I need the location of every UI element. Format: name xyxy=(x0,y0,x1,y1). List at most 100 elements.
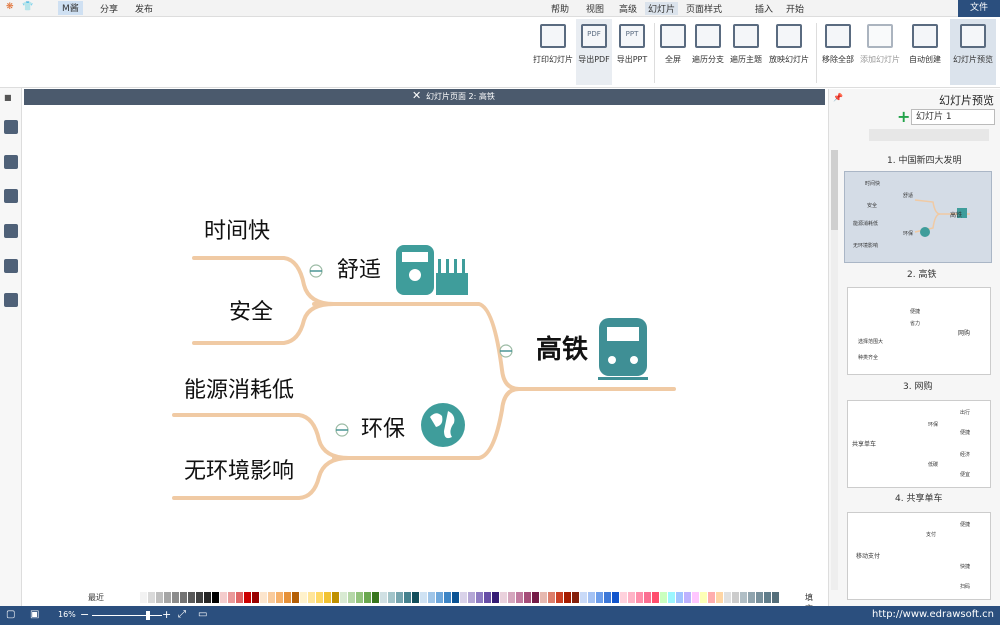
zoom-out-icon[interactable]: − xyxy=(80,608,89,621)
pin-icon[interactable]: ■ xyxy=(4,93,12,102)
slide-thumb-4[interactable]: 共享单车 出行 便捷 环保 低碳 经济 便宜 xyxy=(847,400,991,488)
color-swatch[interactable] xyxy=(548,592,555,603)
zoom-slider[interactable] xyxy=(92,615,162,616)
color-swatch[interactable] xyxy=(244,592,251,603)
color-swatch[interactable] xyxy=(620,592,627,603)
zoom-slider-handle[interactable] xyxy=(146,611,150,620)
brush-icon[interactable] xyxy=(4,120,18,134)
color-swatch[interactable] xyxy=(748,592,755,603)
color-swatch[interactable] xyxy=(364,592,371,603)
color-swatch[interactable] xyxy=(564,592,571,603)
color-swatch[interactable] xyxy=(148,592,155,603)
color-swatch[interactable] xyxy=(636,592,643,603)
color-swatch[interactable] xyxy=(140,592,147,603)
zoom-in-icon[interactable]: + xyxy=(162,608,171,621)
color-swatch[interactable] xyxy=(284,592,291,603)
color-swatch[interactable] xyxy=(340,592,347,603)
file-menu[interactable]: 文件 xyxy=(958,0,1000,17)
color-swatch[interactable] xyxy=(300,592,307,603)
color-swatch[interactable] xyxy=(492,592,499,603)
color-swatch[interactable] xyxy=(268,592,275,603)
add-slide-icon[interactable]: + xyxy=(897,107,910,126)
mindmap-canvas[interactable]: 高铁 舒适 时间快 安全 环保 能源消耗低 无环境影响 xyxy=(24,105,825,591)
color-swatch[interactable] xyxy=(532,592,539,603)
color-swatch[interactable] xyxy=(324,592,331,603)
auto-create-button[interactable]: 自动创建 xyxy=(903,19,947,85)
fit-width-icon[interactable]: ▣ xyxy=(30,609,39,620)
color-swatch[interactable] xyxy=(500,592,507,603)
color-swatch[interactable] xyxy=(524,592,531,603)
color-swatch[interactable] xyxy=(708,592,715,603)
insert-menu[interactable]: 插入 xyxy=(755,2,773,15)
color-swatch[interactable] xyxy=(180,592,187,603)
fit-page-icon[interactable]: ▢ xyxy=(6,609,15,620)
color-swatch[interactable] xyxy=(156,592,163,603)
slide-label-4[interactable]: 4. 共享单车 xyxy=(895,491,942,504)
color-swatch[interactable] xyxy=(476,592,483,603)
play-slides-button[interactable]: 放映幻灯片 xyxy=(766,19,812,85)
remove-all-button[interactable]: 移除全部 xyxy=(818,19,858,85)
slide-label-1[interactable]: 1. 中国新四大发明 xyxy=(887,153,961,166)
export-ppt-button[interactable]: PPT 导出PPT xyxy=(612,19,652,85)
color-swatch[interactable] xyxy=(540,592,547,603)
color-swatch[interactable] xyxy=(132,592,139,603)
color-swatch[interactable] xyxy=(684,592,691,603)
color-swatch[interactable] xyxy=(676,592,683,603)
add-slide-button[interactable]: 添加幻灯片 xyxy=(858,19,902,85)
color-swatch[interactable] xyxy=(356,592,363,603)
export-pdf-button[interactable]: PDF 导出PDF xyxy=(576,19,612,85)
traverse-branch-button[interactable]: 遍历分支 xyxy=(688,19,728,85)
color-swatch[interactable] xyxy=(380,592,387,603)
color-swatch[interactable] xyxy=(716,592,723,603)
color-swatch[interactable] xyxy=(772,592,779,603)
shirt-icon[interactable]: 👕 xyxy=(22,2,33,12)
user-badge[interactable]: M酱 xyxy=(58,1,83,15)
color-swatch[interactable] xyxy=(236,592,243,603)
color-swatch[interactable] xyxy=(724,592,731,603)
fullscreen-button[interactable]: 全屏 xyxy=(656,19,690,85)
traverse-topic-button[interactable]: 遍历主题 xyxy=(726,19,766,85)
slide-select[interactable]: 幻灯片 1 xyxy=(911,109,995,125)
color-swatch[interactable] xyxy=(692,592,699,603)
color-swatch[interactable] xyxy=(172,592,179,603)
advanced-menu[interactable]: 高级 xyxy=(619,2,637,15)
color-swatch[interactable] xyxy=(292,592,299,603)
tablet-icon[interactable] xyxy=(4,293,18,307)
color-swatch[interactable] xyxy=(212,592,219,603)
color-swatch[interactable] xyxy=(332,592,339,603)
color-swatch[interactable] xyxy=(428,592,435,603)
color-swatch[interactable] xyxy=(228,592,235,603)
slide-label-2[interactable]: 2. 高铁 xyxy=(907,267,936,280)
page-icon[interactable]: ▭ xyxy=(198,609,207,620)
color-swatch[interactable] xyxy=(700,592,707,603)
color-swatch[interactable] xyxy=(556,592,563,603)
color-swatch[interactable] xyxy=(388,592,395,603)
color-swatch[interactable] xyxy=(484,592,491,603)
color-swatch[interactable] xyxy=(764,592,771,603)
bookmark-icon[interactable] xyxy=(4,224,18,238)
color-swatch[interactable] xyxy=(468,592,475,603)
color-swatch[interactable] xyxy=(204,592,211,603)
topic-time-fast[interactable]: 时间快 xyxy=(204,213,270,245)
color-swatch[interactable] xyxy=(756,592,763,603)
color-swatch[interactable] xyxy=(220,592,227,603)
color-swatch[interactable] xyxy=(348,592,355,603)
slides-menu[interactable]: 幻灯片 xyxy=(645,2,679,15)
topic-comfort[interactable]: 舒适 xyxy=(337,252,381,284)
color-swatch[interactable] xyxy=(396,592,403,603)
color-swatch[interactable] xyxy=(604,592,611,603)
document-tab[interactable]: ✕ 幻灯片页面 2: 高铁 xyxy=(24,89,825,105)
slide-thumb-3[interactable]: 网购 便捷 省力 选择范围大 种类齐全 xyxy=(847,287,991,375)
color-swatch[interactable] xyxy=(668,592,675,603)
topic-eco[interactable]: 环保 xyxy=(361,411,405,443)
color-swatch[interactable] xyxy=(164,592,171,603)
slide-preview-button[interactable]: 幻灯片预览 xyxy=(950,19,996,85)
color-swatch[interactable] xyxy=(652,592,659,603)
color-swatch[interactable] xyxy=(732,592,739,603)
color-swatch[interactable] xyxy=(452,592,459,603)
color-swatch[interactable] xyxy=(508,592,515,603)
root-topic[interactable]: 高铁 xyxy=(536,329,588,366)
color-swatch[interactable] xyxy=(308,592,315,603)
close-tab-icon[interactable]: ✕ xyxy=(412,89,421,102)
color-swatch[interactable] xyxy=(612,592,619,603)
